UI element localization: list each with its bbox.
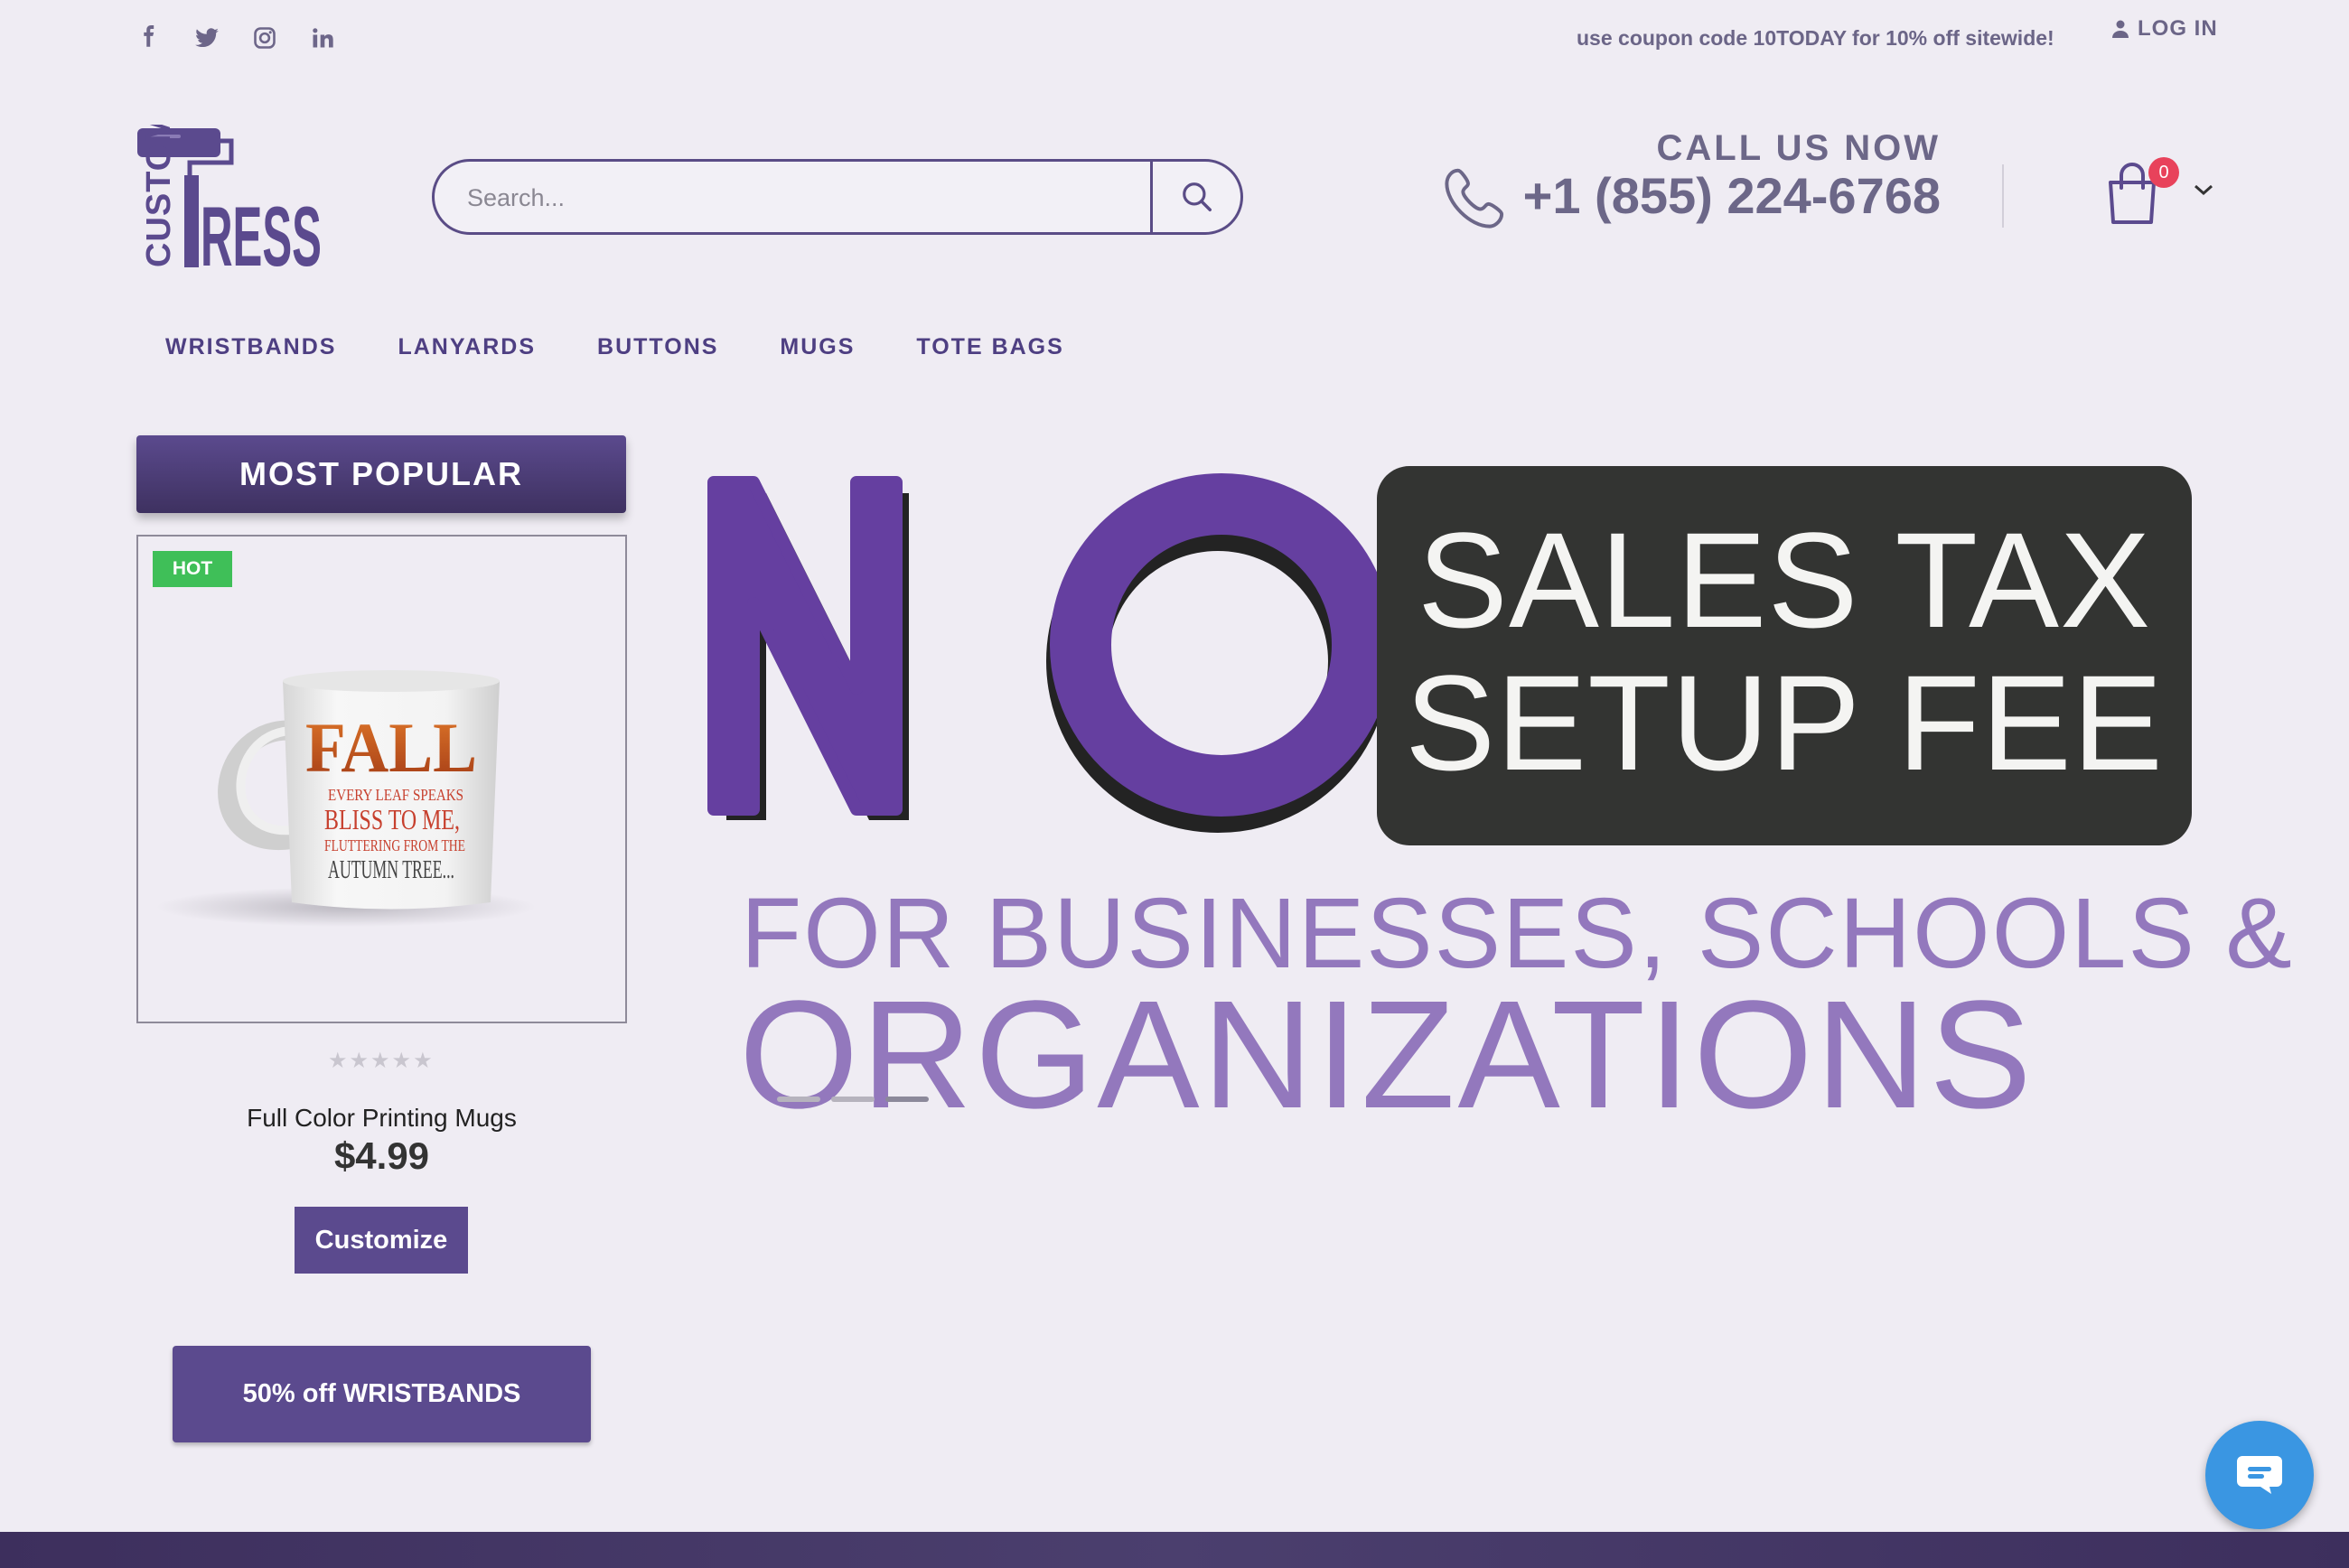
nav-item-tote-bags[interactable]: TOTE BAGS — [916, 334, 1063, 360]
mug-print-line: AUTUMN TREE... — [328, 856, 454, 884]
star-icon: ★ — [391, 1049, 412, 1073]
hero-no-text: NO — [696, 452, 697, 453]
search-input[interactable] — [467, 178, 1172, 218]
main-nav: WRISTBANDS LANYARDS BUTTONS MUGS TOTE BA… — [165, 334, 1126, 360]
slider-dots — [777, 1097, 929, 1102]
star-icon: ★ — [349, 1049, 370, 1073]
search-button[interactable] — [1150, 162, 1240, 232]
user-icon — [2112, 20, 2129, 38]
star-icon: ★ — [370, 1049, 390, 1073]
linkedin-icon[interactable] — [309, 22, 336, 54]
header-divider — [2002, 164, 2004, 228]
hero-setup-fee: SETUP FEE — [1405, 647, 2164, 798]
mug-print-line: BLISS TO ME, — [324, 803, 460, 835]
phone-icon — [1445, 168, 1504, 229]
product-image-mug[interactable]: FALL EVERY LEAF SPEAKS BLISS TO ME, FLUT… — [147, 645, 617, 934]
login-label: LOG IN — [2138, 16, 2218, 41]
slider-dot[interactable] — [831, 1097, 875, 1102]
search-bar — [432, 159, 1243, 235]
hero-banner[interactable]: NO SALES TAX SETUP FEE FOR BUSINESSES, S… — [696, 452, 2292, 1165]
mug-print-title: FALL — [305, 708, 477, 787]
hot-badge: HOT — [153, 551, 232, 587]
hero-organizations-line: ORGANIZATIONS — [739, 969, 2035, 1141]
nav-item-lanyards[interactable]: LANYARDS — [398, 334, 536, 360]
twitter-icon[interactable] — [193, 22, 220, 54]
chat-bubble-icon — [2237, 1456, 2282, 1494]
instagram-icon[interactable] — [251, 22, 278, 54]
star-icon: ★ — [413, 1049, 433, 1073]
hero-sales-tax: SALES TAX — [1417, 504, 2152, 656]
mug-print-line: FLUTTERING FROM THE — [324, 836, 465, 854]
slider-dot[interactable] — [777, 1097, 820, 1102]
svg-text:CUSTOM: CUSTOM — [140, 125, 178, 267]
nav-item-wristbands[interactable]: WRISTBANDS — [165, 334, 336, 360]
social-links — [136, 22, 336, 54]
cart-count-badge: 0 — [2148, 157, 2179, 188]
site-logo[interactable]: CUSTOM RESS — [134, 114, 323, 284]
mug-print-line: EVERY LEAF SPEAKS — [328, 786, 463, 804]
slider-dot-active[interactable] — [885, 1097, 929, 1102]
facebook-icon[interactable] — [136, 22, 163, 54]
chat-widget-button[interactable] — [2205, 1421, 2314, 1529]
footer-strip — [0, 1532, 2349, 1568]
phone-number[interactable]: +1 (855) 224-6768 — [1523, 166, 1941, 225]
top-bar: use coupon code 10TODAY for 10% off site… — [0, 0, 2349, 81]
sales-tax-box: SALES TAX SETUP FEE — [1377, 466, 2192, 845]
call-us: CALL US NOW +1 (855) 224-6768 — [1444, 128, 1941, 229]
star-rating: ★ ★ ★ ★ ★ — [328, 1048, 433, 1074]
nav-item-buttons[interactable]: BUTTONS — [597, 334, 718, 360]
star-icon: ★ — [328, 1049, 348, 1073]
cart-button[interactable]: 0 — [2105, 155, 2223, 228]
customize-button[interactable]: Customize — [295, 1207, 468, 1274]
coupon-message: use coupon code 10TODAY for 10% off site… — [1577, 26, 2054, 50]
login-link[interactable]: LOG IN — [2112, 16, 2218, 42]
hero-no-graphic: NO — [696, 452, 1393, 833]
chevron-down-icon[interactable] — [2192, 181, 2215, 199]
call-label: CALL US NOW — [1656, 128, 1941, 168]
product-card[interactable]: HOT FALL EVERY LEAF SPEAKS BLISS TO ME, … — [136, 535, 627, 1023]
product-price: $4.99 — [333, 1134, 430, 1177]
search-icon — [1182, 182, 1212, 211]
most-popular-heading: MOST POPULAR — [136, 435, 626, 513]
svg-text:RESS: RESS — [201, 189, 322, 271]
wristbands-promo-button[interactable]: 50% off WRISTBANDS — [173, 1346, 591, 1442]
nav-item-mugs[interactable]: MUGS — [780, 334, 855, 360]
product-name[interactable]: Full Color Printing Mugs — [136, 1104, 627, 1133]
